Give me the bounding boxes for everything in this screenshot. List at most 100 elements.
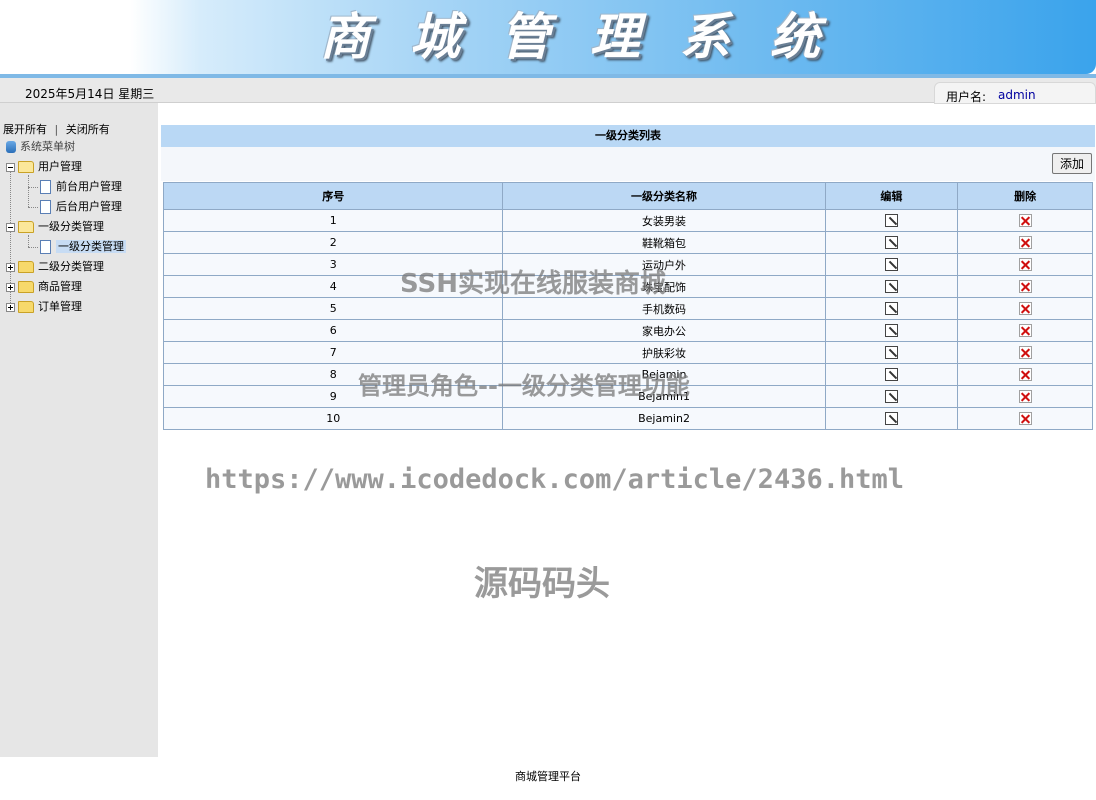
tree-line [28, 207, 38, 208]
collapse-all-link[interactable]: 关闭所有 [66, 123, 110, 136]
user-name: admin [998, 88, 1036, 102]
delete-x-icon[interactable] [1018, 236, 1032, 250]
table-header-row: 序号 一级分类名称 编辑 删除 [162, 182, 1093, 210]
expand-toggle-icon[interactable] [6, 302, 15, 312]
delete-x-icon[interactable] [1018, 346, 1032, 360]
tree-line [28, 247, 38, 248]
sidebar-group-label: 商品管理 [38, 280, 82, 293]
sidebar-group-label: 一级分类管理 [38, 220, 104, 233]
table-row: 10 Bejamin2 [162, 407, 1093, 430]
delete-x-icon[interactable] [1018, 412, 1032, 426]
page-icon [40, 240, 51, 254]
column-header-name: 一级分类名称 [502, 182, 826, 210]
cell-delete [957, 275, 1093, 298]
sidebar-group-label: 用户管理 [38, 160, 82, 173]
collapse-toggle-icon[interactable] [6, 162, 15, 172]
cell-delete [957, 363, 1093, 386]
column-header-id: 序号 [162, 182, 504, 210]
delete-x-icon[interactable] [1018, 302, 1032, 316]
delete-x-icon[interactable] [1018, 324, 1032, 338]
cell-delete [957, 297, 1093, 320]
cell-delete [957, 319, 1093, 342]
cell-edit [824, 231, 959, 254]
table-row: 1 女装男装 [162, 209, 1093, 232]
delete-x-icon[interactable] [1018, 390, 1032, 404]
cell-edit [824, 275, 959, 298]
cell-id: 10 [162, 407, 504, 430]
cell-id: 2 [162, 231, 504, 254]
delete-x-icon[interactable] [1018, 214, 1032, 228]
cell-name: 女装男装 [502, 209, 826, 232]
edit-pencil-icon[interactable] [884, 390, 898, 404]
table-row: 5 手机数码 [162, 297, 1093, 320]
expand-all-link[interactable]: 展开所有 [3, 123, 47, 136]
cell-delete [957, 407, 1093, 430]
info-bar: 2025年5月14日 星期三 用户名: admin [0, 78, 1096, 104]
edit-pencil-icon[interactable] [884, 258, 898, 272]
expand-toggle-icon[interactable] [6, 262, 15, 272]
cell-edit [824, 363, 959, 386]
cell-name: 鞋靴箱包 [502, 231, 826, 254]
cell-name: 护肤彩妆 [502, 341, 826, 364]
table-row: 6 家电办公 [162, 319, 1093, 342]
collapse-toggle-icon[interactable] [6, 222, 15, 232]
edit-pencil-icon[interactable] [884, 214, 898, 228]
edit-pencil-icon[interactable] [884, 368, 898, 382]
tree-controls: 展开所有 | 关闭所有 [3, 121, 110, 137]
sidebar-item-category1-manage[interactable]: 一级分类管理 [40, 238, 126, 256]
folder-open-icon [18, 221, 34, 233]
watermark-text: SSH实现在线服装商城 [400, 269, 667, 299]
user-box: 用户名: admin [934, 82, 1096, 104]
sidebar-group-category1[interactable]: 一级分类管理 [6, 218, 104, 236]
tree-root: 系统菜单树 [6, 138, 75, 156]
delete-x-icon[interactable] [1018, 258, 1032, 272]
cell-id: 5 [162, 297, 504, 320]
watermark-text: 源码码头 [474, 564, 610, 604]
cell-delete [957, 385, 1093, 408]
edit-pencil-icon[interactable] [884, 302, 898, 316]
edit-pencil-icon[interactable] [884, 412, 898, 426]
cell-edit [824, 209, 959, 232]
cell-edit [824, 253, 959, 276]
edit-pencil-icon[interactable] [884, 280, 898, 294]
cell-edit [824, 407, 959, 430]
tree-root-label: 系统菜单树 [20, 140, 75, 153]
edit-pencil-icon[interactable] [884, 236, 898, 250]
cell-edit [824, 297, 959, 320]
list-title: 一级分类列表 [161, 125, 1095, 147]
sidebar-item-front-users[interactable]: 前台用户管理 [40, 178, 122, 196]
cell-delete [957, 209, 1093, 232]
delete-x-icon[interactable] [1018, 368, 1032, 382]
tree-line [28, 175, 29, 207]
add-button[interactable]: 添加 [1052, 153, 1092, 174]
delete-x-icon[interactable] [1018, 280, 1032, 294]
watermark-url: https://www.icodedock.com/article/2436.h… [205, 464, 904, 495]
tree-line [28, 187, 38, 188]
cell-edit [824, 385, 959, 408]
edit-pencil-icon[interactable] [884, 346, 898, 360]
sidebar: 展开所有 | 关闭所有 系统菜单树 用户管理 前台用户管理 后台用户管理 一级分… [0, 103, 158, 757]
cell-delete [957, 341, 1093, 364]
footer-text: 商城管理平台 [515, 770, 581, 783]
sidebar-group-orders[interactable]: 订单管理 [6, 298, 82, 316]
edit-pencil-icon[interactable] [884, 324, 898, 338]
sidebar-group-products[interactable]: 商品管理 [6, 278, 82, 296]
expand-toggle-icon[interactable] [6, 282, 15, 292]
main-content: 一级分类列表 添加 序号 一级分类名称 编辑 删除 1 女装男装 2 鞋靴箱包 3 运动户… [160, 103, 1096, 757]
table-row: 2 鞋靴箱包 [162, 231, 1093, 254]
cell-name: 手机数码 [502, 297, 826, 320]
sidebar-item-label: 后台用户管理 [56, 200, 122, 213]
menu-tree-icon [6, 141, 16, 153]
sidebar-item-label: 一级分类管理 [56, 240, 126, 253]
folder-icon [18, 261, 34, 273]
sidebar-item-label: 前台用户管理 [56, 180, 122, 193]
cell-name: 家电办公 [502, 319, 826, 342]
folder-icon [18, 281, 34, 293]
sidebar-group-category2[interactable]: 二级分类管理 [6, 258, 104, 276]
folder-icon [18, 301, 34, 313]
sidebar-item-back-users[interactable]: 后台用户管理 [40, 198, 122, 216]
tree-line [28, 235, 29, 247]
sidebar-group-users[interactable]: 用户管理 [6, 158, 82, 176]
tree-controls-separator: | [54, 123, 59, 136]
cell-delete [957, 253, 1093, 276]
